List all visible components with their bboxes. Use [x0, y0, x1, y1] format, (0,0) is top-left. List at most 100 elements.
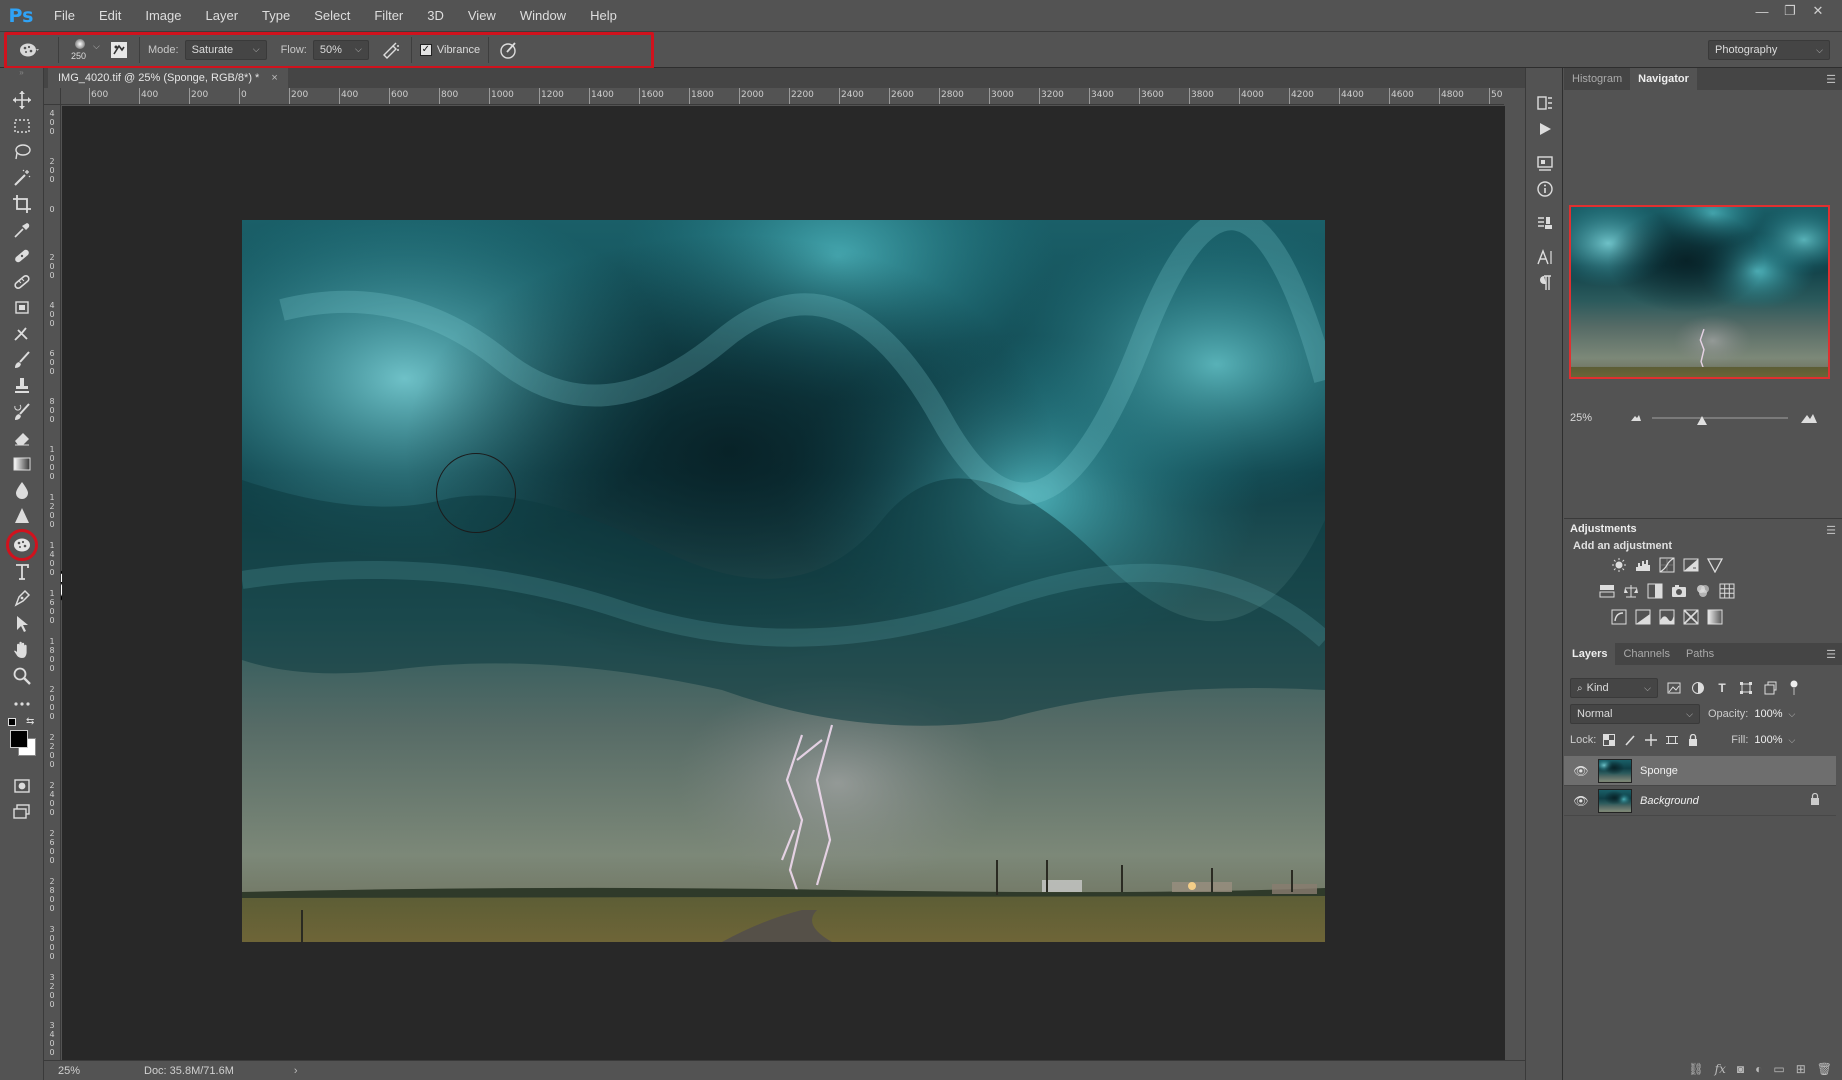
sponge-tool-icon[interactable]: [8, 533, 36, 557]
visibility-eye-icon[interactable]: 👁: [1570, 794, 1592, 808]
path-selection-tool-icon[interactable]: [8, 612, 36, 636]
new-adjustment-layer-icon[interactable]: ◐: [1755, 1062, 1762, 1076]
visibility-eye-icon[interactable]: 👁: [1570, 764, 1592, 778]
art-history-brush-tool-icon[interactable]: [8, 400, 36, 424]
black-white-icon[interactable]: [1646, 582, 1664, 600]
ruler-origin[interactable]: [44, 88, 61, 105]
lock-position-icon[interactable]: [1643, 732, 1659, 748]
vibrance-adjustment-icon[interactable]: [1706, 556, 1724, 574]
blur-tool-icon[interactable]: [8, 478, 36, 502]
menu-file[interactable]: File: [42, 0, 87, 32]
screen-mode-icon[interactable]: [8, 800, 36, 824]
photo-filter-icon[interactable]: [1670, 582, 1688, 600]
navigator-zoom-value[interactable]: 25%: [1570, 412, 1592, 424]
layer-row-sponge[interactable]: 👁 Sponge: [1564, 756, 1836, 786]
color-lookup-icon[interactable]: [1718, 582, 1736, 600]
shape-filter-icon[interactable]: [1738, 680, 1754, 696]
workspace-select[interactable]: Photography ⌵: [1708, 40, 1830, 60]
storm-photo[interactable]: [242, 220, 1325, 942]
quick-mask-icon[interactable]: [8, 774, 36, 798]
eraser-tool-icon[interactable]: [8, 426, 36, 450]
magic-wand-tool-icon[interactable]: [8, 166, 36, 190]
actions-play-icon[interactable]: [1534, 118, 1556, 140]
clone-source-panel-icon[interactable]: [1534, 212, 1556, 234]
pixel-filter-icon[interactable]: [1666, 680, 1682, 696]
zoom-tool-icon[interactable]: [8, 664, 36, 688]
hue-saturation-icon[interactable]: [1598, 582, 1616, 600]
clone-stamp-tool-icon[interactable]: [8, 296, 36, 320]
color-swatches[interactable]: ⇆: [8, 716, 38, 756]
posterize-icon[interactable]: [1634, 608, 1652, 626]
chevron-down-icon[interactable]: ⌵: [1789, 735, 1796, 746]
canvas-area[interactable]: [62, 106, 1505, 1060]
filter-toggle-icon[interactable]: [1786, 680, 1802, 696]
chevron-down-icon[interactable]: ⌵: [1789, 709, 1796, 720]
paragraph-panel-icon[interactable]: [1534, 272, 1556, 294]
menu-3d[interactable]: 3D: [415, 0, 456, 32]
airbrush-toggle[interactable]: [379, 38, 403, 62]
lock-image-pixels-icon[interactable]: [1622, 732, 1638, 748]
threshold-icon[interactable]: [1658, 608, 1676, 626]
flow-input[interactable]: 50% ⌵: [312, 39, 369, 60]
channel-mixer-icon[interactable]: [1694, 582, 1712, 600]
panel-menu-icon[interactable]: ☰: [1826, 73, 1836, 86]
foreground-color-swatch[interactable]: [10, 730, 28, 748]
brightness-contrast-icon[interactable]: [1610, 556, 1628, 574]
marquee-tool-icon[interactable]: [8, 114, 36, 138]
crop-tool-icon[interactable]: [8, 192, 36, 216]
layer-row-background[interactable]: 👁 Background: [1564, 786, 1836, 816]
new-group-icon[interactable]: ▭: [1773, 1062, 1784, 1076]
lock-artboard-icon[interactable]: [1664, 732, 1680, 748]
type-tool-icon[interactable]: [8, 560, 36, 584]
history-panel-icon[interactable]: [1534, 92, 1556, 114]
layer-style-fx-icon[interactable]: fx: [1715, 1062, 1726, 1076]
gradient-map-icon[interactable]: [1706, 608, 1724, 626]
selective-color-icon[interactable]: [1682, 608, 1700, 626]
hand-tool-icon[interactable]: [8, 638, 36, 662]
invert-icon[interactable]: [1610, 608, 1628, 626]
link-layers-icon[interactable]: ⛓: [1688, 1062, 1703, 1076]
default-colors-icon[interactable]: [8, 718, 16, 726]
gradient-tool-icon[interactable]: [8, 452, 36, 476]
vertical-ruler[interactable]: 4002000200400600800100012001400160018002…: [44, 105, 61, 1060]
brush-panel-toggle[interactable]: [107, 38, 131, 62]
menu-view[interactable]: View: [456, 0, 508, 32]
move-tool-icon[interactable]: [8, 88, 36, 112]
lock-transparent-pixels-icon[interactable]: [1601, 732, 1617, 748]
menu-filter[interactable]: Filter: [362, 0, 415, 32]
pressure-size-toggle[interactable]: [497, 38, 521, 62]
pen-tool-icon[interactable]: [8, 586, 36, 610]
vibrance-check[interactable]: ✓: [419, 43, 432, 56]
character-panel-icon[interactable]: [1534, 246, 1556, 268]
curves-icon[interactable]: [1658, 556, 1676, 574]
smart-object-filter-icon[interactable]: [1762, 680, 1778, 696]
vibrance-checkbox[interactable]: ✓ Vibrance: [419, 43, 480, 56]
type-filter-icon[interactable]: T: [1714, 680, 1730, 696]
history-brush-tool-icon[interactable]: [8, 322, 36, 346]
tab-layers[interactable]: Layers: [1564, 643, 1616, 665]
lasso-tool-icon[interactable]: [8, 140, 36, 164]
panel-menu-icon[interactable]: ☰: [1826, 648, 1836, 661]
layer-kind-filter[interactable]: ⌕ Kind ⌵: [1570, 678, 1658, 698]
mode-select[interactable]: Saturate ⌵: [184, 39, 267, 60]
menu-select[interactable]: Select: [302, 0, 362, 32]
new-layer-icon[interactable]: ⊞: [1796, 1062, 1806, 1076]
panel-menu-icon[interactable]: ☰: [1826, 524, 1836, 537]
levels-icon[interactable]: [1634, 556, 1652, 574]
more-tools-icon[interactable]: [8, 692, 36, 716]
info-panel-icon[interactable]: [1534, 178, 1556, 200]
tab-channels[interactable]: Channels: [1615, 643, 1677, 665]
zoom-out-icon[interactable]: [1630, 412, 1642, 422]
healing-brush-tool-icon[interactable]: [8, 244, 36, 268]
tool-preset-picker[interactable]: [10, 38, 50, 62]
status-menu-arrow-icon[interactable]: ›: [294, 1065, 298, 1077]
eyedropper-tool-icon[interactable]: [8, 218, 36, 242]
menu-window[interactable]: Window: [508, 0, 578, 32]
brush-size-picker[interactable]: 250 ⌵: [67, 35, 107, 65]
navigator-view-box[interactable]: [1569, 205, 1830, 379]
zoom-in-icon[interactable]: [1800, 410, 1818, 424]
menu-type[interactable]: Type: [250, 0, 302, 32]
tab-histogram[interactable]: Histogram: [1564, 68, 1630, 90]
adjustment-filter-icon[interactable]: [1690, 680, 1706, 696]
menu-help[interactable]: Help: [578, 0, 629, 32]
